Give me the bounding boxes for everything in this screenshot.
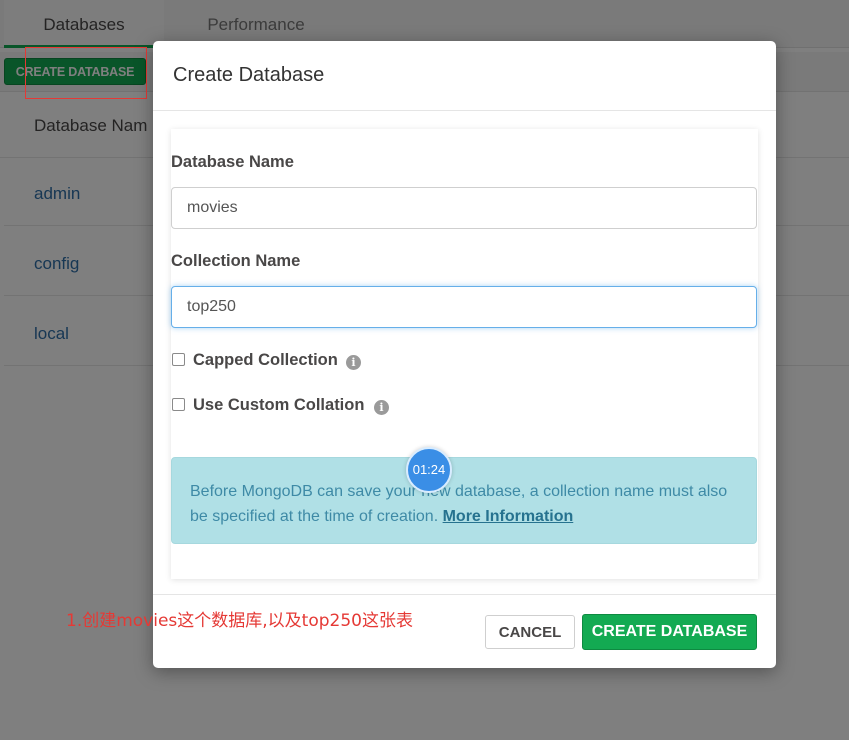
info-icon[interactable]: i	[346, 355, 361, 370]
create-database-modal: Create Database Database Name Collection…	[153, 41, 776, 668]
annotation-highlight-box	[25, 47, 147, 99]
custom-collation-checkbox[interactable]	[172, 398, 185, 411]
collection-name-label: Collection Name	[171, 252, 301, 270]
capped-collection-checkbox[interactable]	[172, 353, 185, 366]
database-name-input[interactable]	[171, 187, 757, 229]
modal-title: Create Database	[173, 64, 325, 86]
capped-collection-label[interactable]: Capped Collection	[193, 351, 338, 370]
annotation-note: 1.创建movies这个数据库,以及top250这张表	[66, 611, 413, 631]
modal-header: Create Database	[153, 41, 776, 111]
custom-collation-label[interactable]: Use Custom Collation	[193, 396, 364, 415]
recording-timer-badge: 01:24	[406, 447, 452, 493]
info-alert: Before MongoDB can save your new databas…	[171, 457, 757, 544]
collection-name-input[interactable]	[171, 286, 757, 328]
database-name-label: Database Name	[171, 153, 294, 171]
more-information-link[interactable]: More Information	[443, 508, 574, 525]
cancel-button[interactable]: CANCEL	[485, 615, 575, 649]
create-database-button[interactable]: CREATE DATABASE	[582, 614, 757, 650]
info-icon[interactable]: i	[374, 400, 389, 415]
modal-body: Database Name Collection Name Capped Col…	[171, 129, 758, 579]
